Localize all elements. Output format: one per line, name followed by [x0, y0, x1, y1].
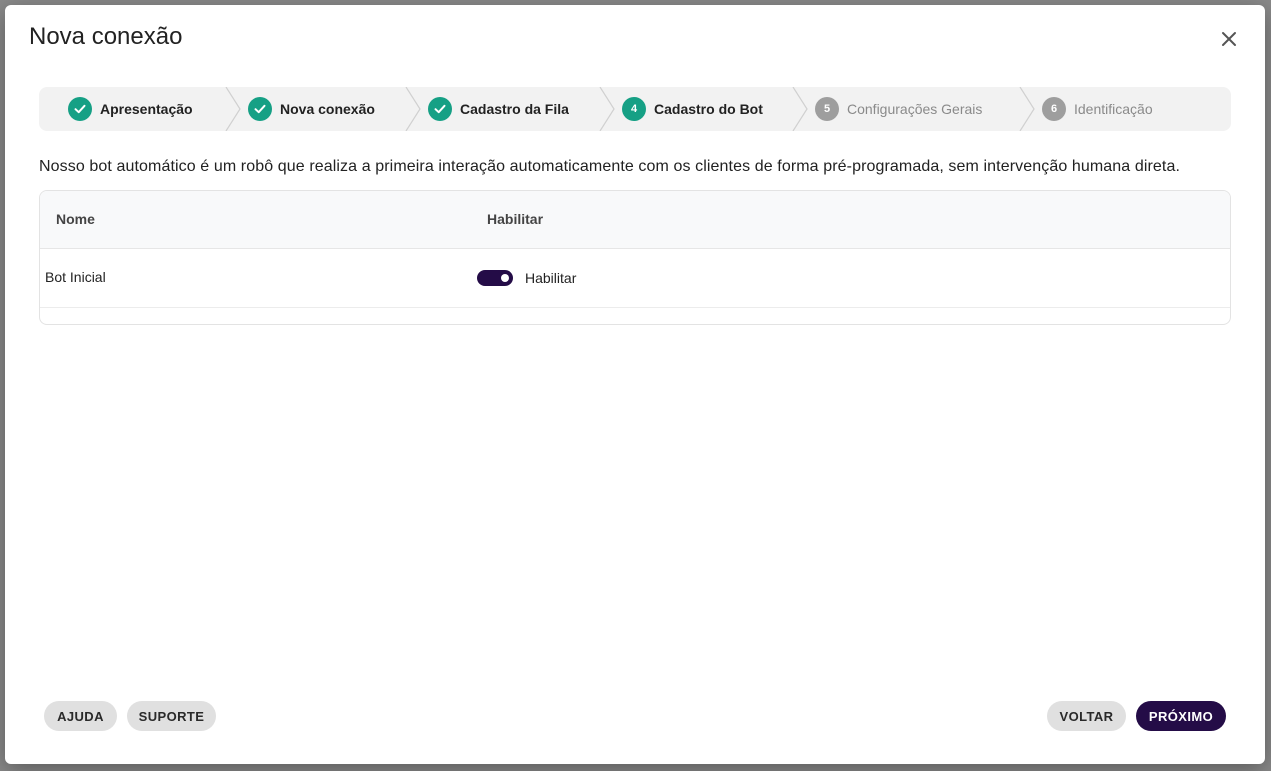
step-number-badge: 6 — [1042, 97, 1066, 121]
step-separator-icon — [405, 87, 421, 131]
step-number-badge: 4 — [622, 97, 646, 121]
toggle-label: Habilitar — [525, 270, 577, 286]
table-row: Bot Inicial Habilitar — [40, 249, 1230, 308]
close-button[interactable] — [1217, 27, 1241, 51]
step-separator-icon — [792, 87, 808, 131]
next-button[interactable]: PRÓXIMO — [1136, 701, 1226, 731]
bots-table: Nome Habilitar Bot Inicial Habilitar — [39, 190, 1231, 325]
step-queue-registration[interactable]: Cadastro da Fila — [428, 87, 569, 131]
step-separator-icon — [599, 87, 615, 131]
back-button[interactable]: VOLTAR — [1047, 701, 1126, 731]
dialog-title: Nova conexão — [29, 23, 183, 50]
step-bot-registration[interactable]: 4 Cadastro do Bot — [622, 87, 763, 131]
check-icon — [68, 97, 92, 121]
column-header-enable: Habilitar — [487, 211, 544, 227]
step-presentation[interactable]: Apresentação — [68, 87, 193, 131]
step-label: Identificação — [1074, 101, 1153, 117]
step-new-connection[interactable]: Nova conexão — [248, 87, 375, 131]
check-icon — [428, 97, 452, 121]
bot-name-cell: Bot Inicial — [45, 269, 106, 285]
table-header: Nome Habilitar — [40, 191, 1230, 249]
support-button[interactable]: SUPORTE — [127, 701, 216, 731]
step-label: Cadastro do Bot — [654, 101, 763, 117]
toggle-knob — [501, 274, 509, 282]
column-header-name: Nome — [56, 211, 95, 227]
step-label: Nova conexão — [280, 101, 375, 117]
step-general-settings[interactable]: 5 Configurações Gerais — [815, 87, 982, 131]
step-label: Configurações Gerais — [847, 101, 983, 117]
enable-toggle[interactable]: Habilitar — [477, 270, 576, 286]
step-separator-icon — [225, 87, 241, 131]
bot-description: Nosso bot automático é um robô que reali… — [39, 158, 1181, 175]
step-number-badge: 5 — [815, 97, 839, 121]
step-identification[interactable]: 6 Identificação — [1042, 87, 1153, 131]
new-connection-dialog: Nova conexão Apresentação Nova conexão C… — [5, 5, 1265, 764]
step-label: Cadastro da Fila — [460, 101, 569, 117]
toggle-switch[interactable] — [477, 270, 513, 286]
close-icon — [1222, 32, 1236, 46]
step-label: Apresentação — [100, 101, 193, 117]
step-separator-icon — [1019, 87, 1035, 131]
stepper: Apresentação Nova conexão Cadastro da Fi… — [39, 87, 1231, 131]
help-button[interactable]: AJUDA — [44, 701, 117, 731]
check-icon — [248, 97, 272, 121]
